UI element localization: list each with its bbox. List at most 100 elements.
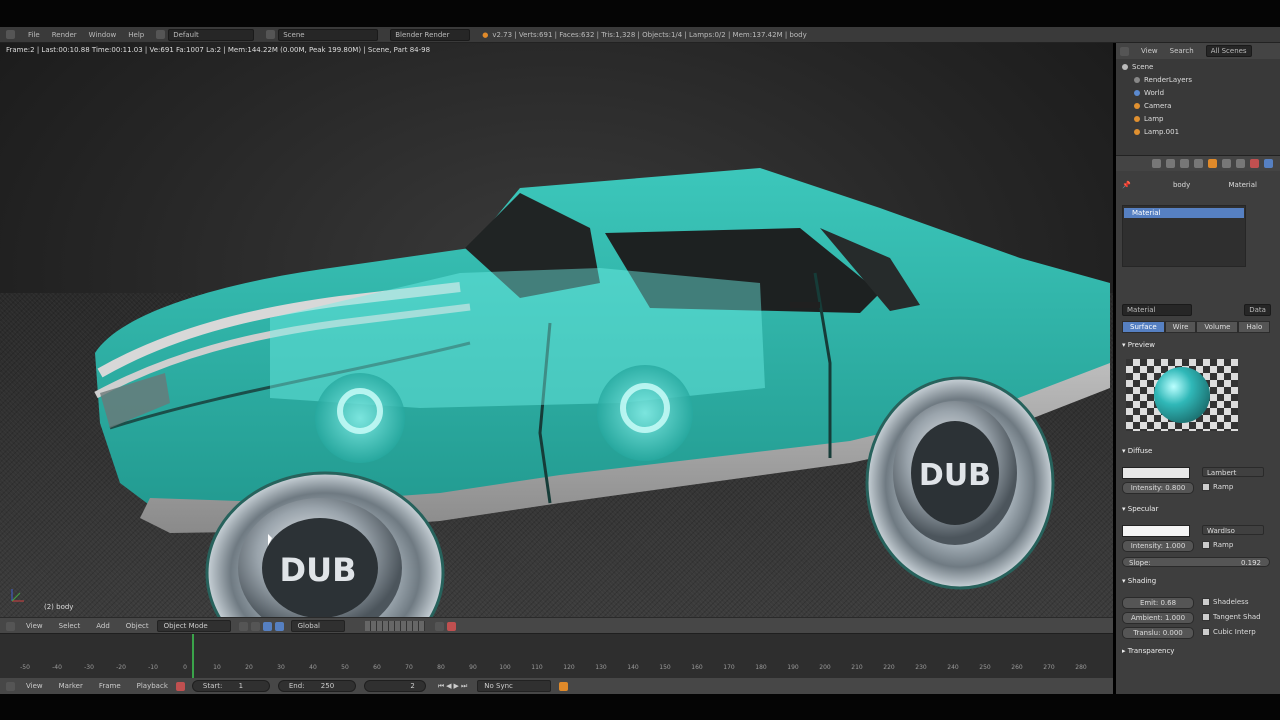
diffuse-panel-header[interactable]: ▾ Diffuse: [1122, 447, 1152, 455]
shading-panel-header[interactable]: ▾ Shading: [1122, 577, 1156, 585]
specular-intensity-field[interactable]: Intensity: 1.000: [1122, 540, 1194, 552]
breadcrumb-object: body: [1172, 181, 1191, 189]
editor-type-icon[interactable]: [6, 681, 15, 691]
info-header: File Render Window Help Default Scene Bl…: [0, 27, 1280, 43]
diffuse-color-swatch[interactable]: [1122, 467, 1190, 479]
menu-frame[interactable]: Frame: [99, 682, 121, 690]
playback-controls[interactable]: ⏮◀▶⏭: [438, 682, 469, 691]
specular-shader-selector[interactable]: WardIso: [1202, 525, 1264, 535]
current-frame-field[interactable]: 2: [363, 680, 426, 692]
menu-add[interactable]: Add: [96, 622, 110, 630]
preview-sphere: [1154, 367, 1210, 423]
preview-panel-header[interactable]: ▾ Preview: [1122, 341, 1155, 349]
material-slot[interactable]: Material: [1124, 208, 1244, 218]
outliner-display-mode[interactable]: All Scenes: [1205, 45, 1252, 57]
menu-marker[interactable]: Marker: [59, 682, 83, 690]
scene-icon: [266, 30, 276, 39]
properties-breadcrumb: 📌 body Material: [1122, 181, 1257, 189]
timeline-tick-label: 270: [1043, 664, 1055, 671]
start-frame-field[interactable]: Start: 1: [191, 680, 270, 692]
menu-playback[interactable]: Playback: [137, 682, 168, 690]
tab-volume[interactable]: Volume: [1196, 321, 1239, 333]
data-tab-icon[interactable]: [1236, 159, 1245, 168]
snap-icon[interactable]: [434, 621, 444, 631]
menu-render[interactable]: Render: [52, 31, 77, 39]
timeline-tick-label: 120: [563, 664, 575, 671]
menu-view[interactable]: View: [26, 682, 43, 690]
record-icon[interactable]: [175, 681, 185, 691]
menu-select[interactable]: Select: [59, 622, 81, 630]
scene-tab-icon[interactable]: [1180, 159, 1189, 168]
world-tab-icon[interactable]: [1194, 159, 1203, 168]
tangent-shading-checkbox[interactable]: Tangent Shad: [1202, 613, 1261, 621]
diffuse-ramp-checkbox[interactable]: Ramp: [1202, 483, 1233, 491]
start-frame-value: 1: [238, 682, 244, 690]
pin-icon[interactable]: 📌: [1122, 181, 1131, 189]
scene-selector[interactable]: Scene: [278, 28, 379, 41]
modifiers-tab-icon[interactable]: [1222, 159, 1231, 168]
car-model[interactable]: DUB DUB: [0, 43, 1113, 617]
outliner-row-world[interactable]: World: [1134, 87, 1164, 99]
shadeless-checkbox[interactable]: Shadeless: [1202, 598, 1248, 606]
outliner-search-menu[interactable]: Search: [1170, 47, 1194, 55]
end-frame-field[interactable]: End: 250: [277, 680, 356, 692]
editor-type-icon[interactable]: [6, 30, 15, 39]
specular-ramp-checkbox[interactable]: Ramp: [1202, 541, 1233, 549]
render-tab-icon[interactable]: [1152, 159, 1161, 168]
manipulator-icon[interactable]: [262, 621, 272, 631]
viewport-shading-icon[interactable]: [238, 621, 248, 631]
menu-help[interactable]: Help: [128, 31, 144, 39]
texture-tab-icon[interactable]: [1264, 159, 1273, 168]
outliner-row-renderlayers[interactable]: RenderLayers: [1134, 74, 1192, 86]
diffuse-intensity-field[interactable]: Intensity: 0.800: [1122, 482, 1194, 494]
menu-object[interactable]: Object: [126, 622, 149, 630]
outliner-row-lamp[interactable]: Lamp: [1134, 113, 1163, 125]
translucency-field[interactable]: Translu: 0.000: [1122, 627, 1194, 639]
data-link-selector[interactable]: Data: [1244, 304, 1271, 316]
render-icon[interactable]: [446, 621, 456, 631]
timeline-editor[interactable]: -50 -40 -30 -20 -10 0 10 20 30 40 50 60 70 80 90 100 110…: [0, 633, 1113, 678]
outliner-row-camera[interactable]: Camera: [1134, 100, 1171, 112]
editor-type-icon[interactable]: [6, 621, 15, 631]
tab-surface[interactable]: Surface: [1122, 321, 1165, 333]
outliner-row-scene[interactable]: Scene: [1122, 61, 1153, 73]
specular-color-swatch[interactable]: [1122, 525, 1190, 537]
tab-halo[interactable]: Halo: [1238, 321, 1271, 333]
layout-selector[interactable]: Default: [168, 28, 255, 41]
diffuse-shader-selector[interactable]: Lambert: [1202, 467, 1264, 477]
layer-buttons[interactable]: [364, 621, 425, 631]
pivot-icon[interactable]: [250, 621, 260, 631]
render-engine-selector[interactable]: Blender Render: [390, 28, 471, 41]
emit-field[interactable]: Emit: 0.68: [1122, 597, 1194, 609]
properties-header: [1116, 155, 1280, 172]
timeline-tick-label: -10: [148, 664, 158, 671]
mode-selector[interactable]: Object Mode: [156, 620, 231, 632]
material-tab-icon[interactable]: [1250, 159, 1259, 168]
3d-viewport[interactable]: DUB DUB Frame:2 | Last:00:10.88 Time:00:…: [0, 43, 1113, 617]
timeline-tick-label: 100: [499, 664, 511, 671]
material-slot-list[interactable]: Material: [1122, 205, 1246, 267]
material-datablock[interactable]: Material: [1122, 304, 1192, 316]
specular-panel-header[interactable]: ▾ Specular: [1122, 505, 1158, 513]
outliner-row-lamp-001[interactable]: Lamp.001: [1134, 126, 1179, 138]
menu-view[interactable]: View: [26, 622, 43, 630]
timeline-tick-label: 280: [1075, 664, 1087, 671]
orientation-selector[interactable]: Global: [290, 620, 345, 632]
bottom-letterbox: [0, 694, 1280, 720]
menu-window[interactable]: Window: [89, 31, 117, 39]
translate-icon[interactable]: [274, 621, 284, 631]
editor-type-icon[interactable]: [1120, 46, 1129, 56]
sync-selector[interactable]: No Sync: [477, 680, 552, 692]
object-tab-icon[interactable]: [1208, 159, 1217, 168]
tab-wire[interactable]: Wire: [1164, 321, 1197, 333]
keying-icon[interactable]: [559, 681, 569, 691]
menu-file[interactable]: File: [28, 31, 40, 39]
transparency-panel-header[interactable]: ▸ Transparency: [1122, 647, 1174, 655]
outliner[interactable]: Scene RenderLayers World Camera Lamp Lam…: [1116, 59, 1280, 155]
outliner-view-menu[interactable]: View: [1141, 47, 1158, 55]
blender-logo-icon: ●: [482, 30, 489, 39]
ambient-field[interactable]: Ambient: 1.000: [1122, 612, 1194, 624]
slope-field[interactable]: Slope: 0.192: [1122, 557, 1270, 567]
layers-tab-icon[interactable]: [1166, 159, 1175, 168]
cubic-interp-checkbox[interactable]: Cubic Interp: [1202, 628, 1256, 636]
